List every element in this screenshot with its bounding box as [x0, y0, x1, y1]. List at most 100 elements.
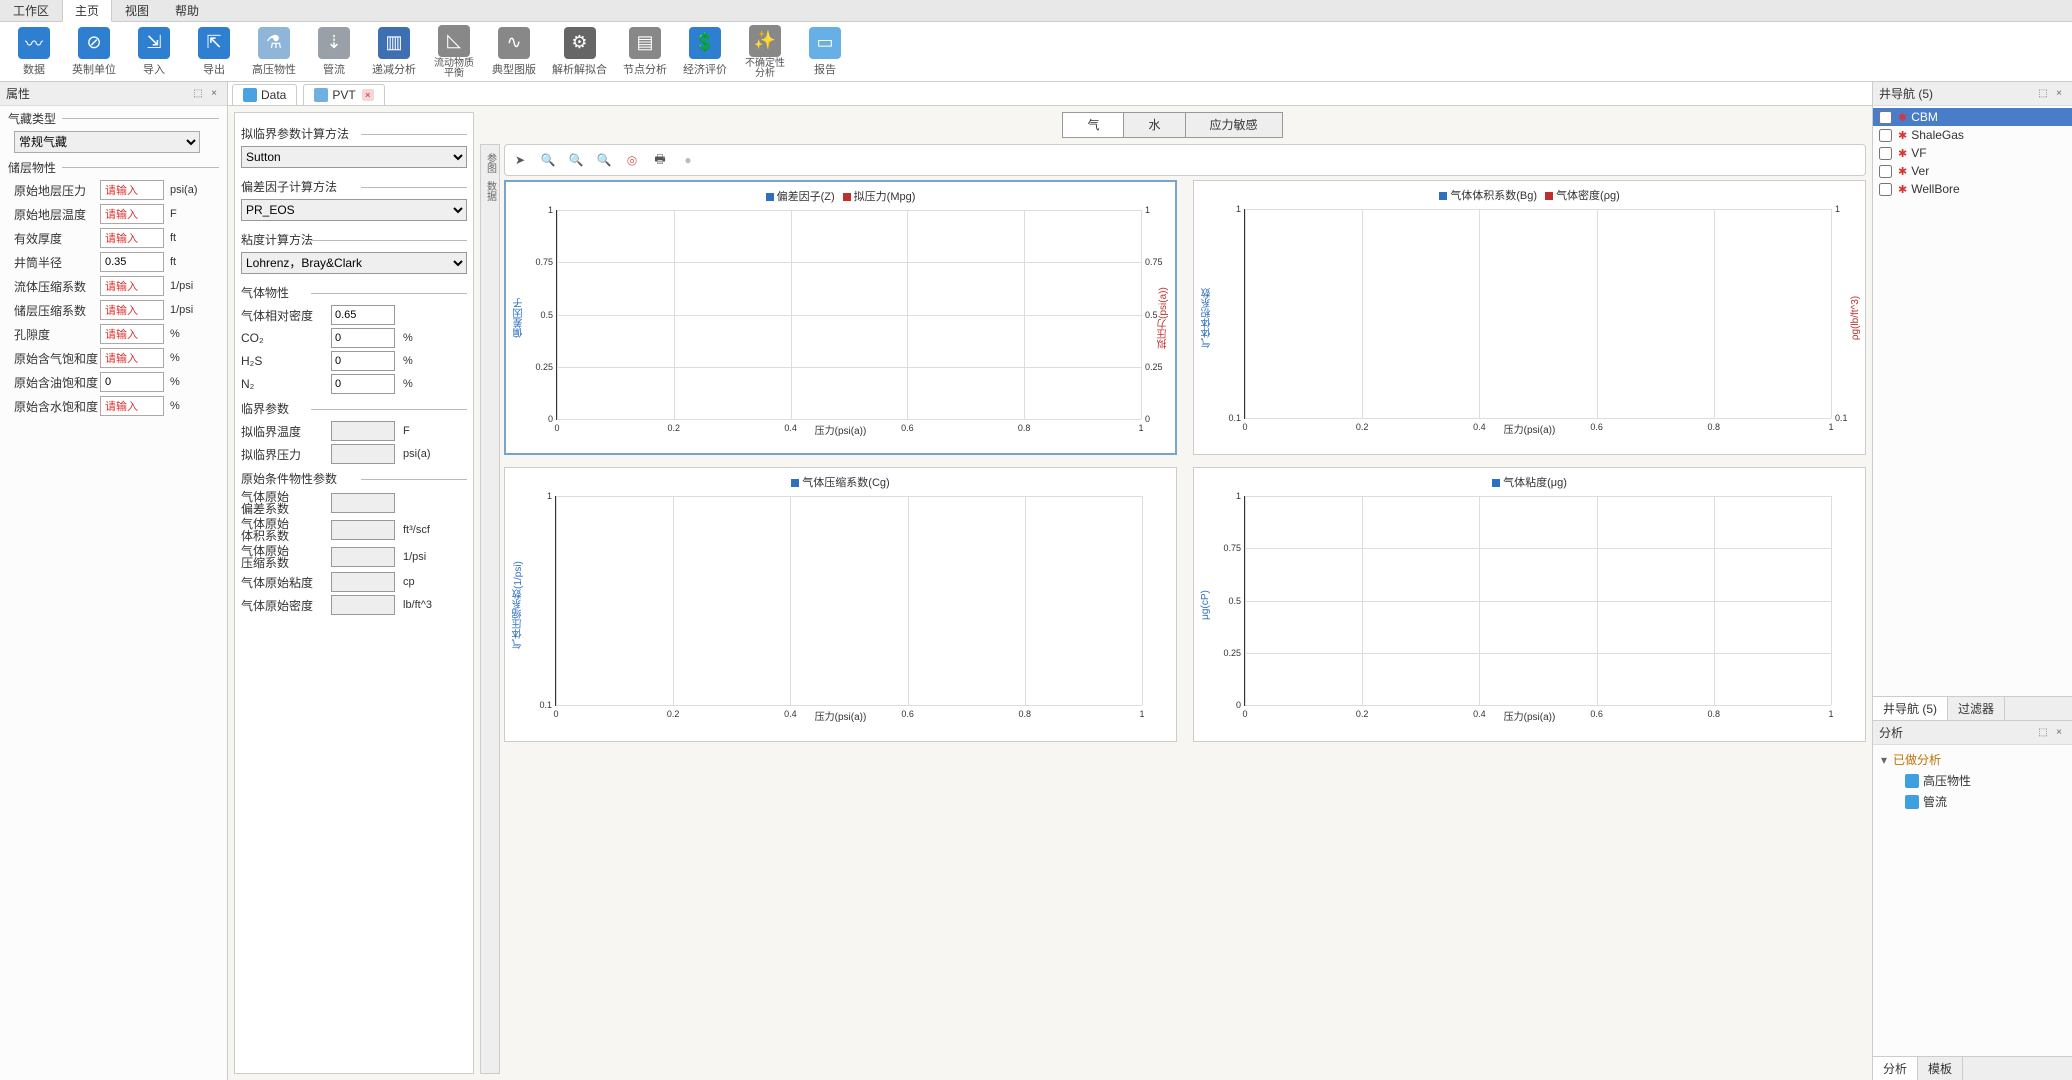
print-icon[interactable]: 🖶 — [649, 149, 671, 171]
pin-icon[interactable]: ⬚ — [2036, 726, 2050, 740]
zoom-in-icon[interactable]: 🔍 — [537, 149, 559, 171]
well-item[interactable]: ✱CBM — [1873, 108, 2072, 126]
prop-input[interactable] — [100, 324, 164, 344]
param-row: 气体原始密度lb/ft^3 — [241, 595, 467, 615]
ribbon-circle-slash[interactable]: ⊘英制单位 — [72, 27, 116, 77]
param-unit: F — [395, 425, 451, 437]
target-icon[interactable]: ◎ — [621, 149, 643, 171]
ribbon-money[interactable]: 💲经济评价 — [683, 27, 727, 77]
param-input[interactable] — [331, 547, 395, 567]
prop-input[interactable] — [100, 252, 164, 272]
param-input[interactable] — [331, 421, 395, 441]
bottom-tab[interactable]: 过滤器 — [1948, 697, 2005, 720]
zfactor-method-select[interactable]: PR_EOS — [241, 199, 467, 221]
ribbon-arrow-in[interactable]: ⇲导入 — [132, 27, 176, 77]
menu-主页[interactable]: 主页 — [62, 0, 112, 22]
ribbon-gear[interactable]: ⚙解析解拟合 — [552, 27, 607, 77]
bottom-tab[interactable]: 模板 — [1918, 1057, 1963, 1080]
bottom-tab[interactable]: 分析 — [1873, 1057, 1918, 1080]
param-input[interactable] — [331, 520, 395, 540]
ribbon-doc[interactable]: ▭报告 — [803, 27, 847, 77]
side-tool-data[interactable]: 数据 — [483, 181, 498, 201]
prop-input[interactable] — [100, 300, 164, 320]
ribbon-wand[interactable]: ✨不确定性分析 — [743, 25, 787, 79]
tab-icon — [243, 88, 257, 102]
y-tick: 0.25 — [523, 362, 553, 372]
pin-icon[interactable]: ⬚ — [2036, 87, 2050, 101]
tree-child[interactable]: 管流 — [1881, 791, 2064, 812]
ribbon-bars-down[interactable]: ▥递减分析 — [372, 27, 416, 77]
y2-tick: 0 — [1145, 414, 1171, 424]
viscosity-method-select[interactable]: Lohrenz，Bray&Clark — [241, 252, 467, 274]
prop-input[interactable] — [100, 348, 164, 368]
well-checkbox[interactable] — [1879, 129, 1892, 142]
phase-tab-2[interactable]: 应力敏感 — [1185, 112, 1283, 138]
param-input[interactable] — [331, 493, 395, 513]
bottom-tab[interactable]: 井导航 (5) — [1873, 697, 1948, 720]
ribbon-wave[interactable]: 〰数据 — [12, 27, 56, 77]
zoom-out-icon[interactable]: 🔍 — [565, 149, 587, 171]
reservoir-type-select[interactable]: 常规气藏 — [14, 131, 200, 153]
well-checkbox[interactable] — [1879, 183, 1892, 196]
chart-card[interactable]: 偏差因子(Z)拟压力(Mpg)偏差因子拟压力(psi(a))000.250.25… — [504, 180, 1177, 455]
param-input[interactable] — [331, 374, 395, 394]
well-nav-bottom-tabs: 井导航 (5)过滤器 — [1873, 696, 2072, 720]
prop-input[interactable] — [100, 276, 164, 296]
ribbon-arrow-out[interactable]: ⇱导出 — [192, 27, 236, 77]
ribbon-sheets[interactable]: ▤节点分析 — [623, 27, 667, 77]
well-checkbox[interactable] — [1879, 111, 1892, 124]
param-input[interactable] — [331, 305, 395, 325]
side-tool-chart[interactable]: 参图 — [483, 153, 498, 173]
zoom-fit-icon[interactable]: 🔍 — [593, 149, 615, 171]
prop-input[interactable] — [100, 228, 164, 248]
param-input[interactable] — [331, 572, 395, 592]
ribbon-curve[interactable]: ∿典型图版 — [492, 27, 536, 77]
prop-row: 孔隙度% — [0, 322, 227, 346]
ribbon-label: 流动物质 — [434, 59, 474, 69]
doc-tab-data[interactable]: Data — [232, 84, 297, 105]
ribbon-drill[interactable]: ⇣管流 — [312, 27, 356, 77]
param-unit: psi(a) — [395, 448, 451, 460]
param-input[interactable] — [331, 328, 395, 348]
close-icon[interactable]: × — [362, 89, 374, 101]
menu-工作区[interactable]: 工作区 — [0, 0, 62, 22]
pin-icon[interactable]: ⬚ — [191, 87, 205, 101]
pointer-tool-icon[interactable]: ➤ — [509, 149, 531, 171]
close-icon[interactable]: × — [2052, 726, 2066, 740]
prop-input[interactable] — [100, 372, 164, 392]
chart-card[interactable]: 气体体积系数(Bg)气体密度(ρg)气体体积系数ρg(lb/ft^3)0.10.… — [1193, 180, 1866, 455]
well-checkbox[interactable] — [1879, 147, 1892, 160]
chart-card[interactable]: 气体粘度(μg)μg(cP)00.250.50.75100.20.40.60.8… — [1193, 467, 1866, 742]
phase-tab-1[interactable]: 水 — [1123, 112, 1185, 138]
x-tick: 1 — [1828, 709, 1833, 719]
well-item[interactable]: ✱WellBore — [1873, 180, 2072, 198]
well-item[interactable]: ✱VF — [1873, 144, 2072, 162]
prop-input[interactable] — [100, 204, 164, 224]
close-icon[interactable]: × — [207, 87, 221, 101]
y-axis-label: 气体体积系数 — [1200, 288, 1215, 348]
well-checkbox[interactable] — [1879, 165, 1892, 178]
menu-视图[interactable]: 视图 — [112, 0, 162, 22]
ribbon-flask[interactable]: ⚗高压物性 — [252, 27, 296, 77]
ribbon-triangle[interactable]: ◺流动物质平衡 — [432, 25, 476, 79]
tree-child[interactable]: 高压物性 — [1881, 770, 2064, 791]
prop-input[interactable] — [100, 180, 164, 200]
param-input[interactable] — [331, 351, 395, 371]
phase-tab-0[interactable]: 气 — [1062, 112, 1124, 138]
tree-root[interactable]: ▾ 已做分析 — [1881, 749, 2064, 770]
y-axis-label: 气体压缩系数(1/psi) — [511, 561, 526, 649]
pseudo-crit-method-select[interactable]: Sutton — [241, 146, 467, 168]
wand-icon: ✨ — [749, 25, 781, 57]
param-row: 拟临界压力psi(a) — [241, 444, 467, 464]
close-icon[interactable]: × — [2052, 87, 2066, 101]
param-input[interactable] — [331, 444, 395, 464]
param-input[interactable] — [331, 595, 395, 615]
well-item[interactable]: ✱ShaleGas — [1873, 126, 2072, 144]
x-tick: 1 — [1139, 709, 1144, 719]
doc-tab-pvt[interactable]: PVT× — [303, 84, 384, 105]
well-item[interactable]: ✱Ver — [1873, 162, 2072, 180]
prop-input[interactable] — [100, 396, 164, 416]
menu-帮助[interactable]: 帮助 — [162, 0, 212, 22]
chart-card[interactable]: 气体压缩系数(Cg)气体压缩系数(1/psi)0.1100.20.40.60.8… — [504, 467, 1177, 742]
drill-icon: ⇣ — [318, 27, 350, 59]
